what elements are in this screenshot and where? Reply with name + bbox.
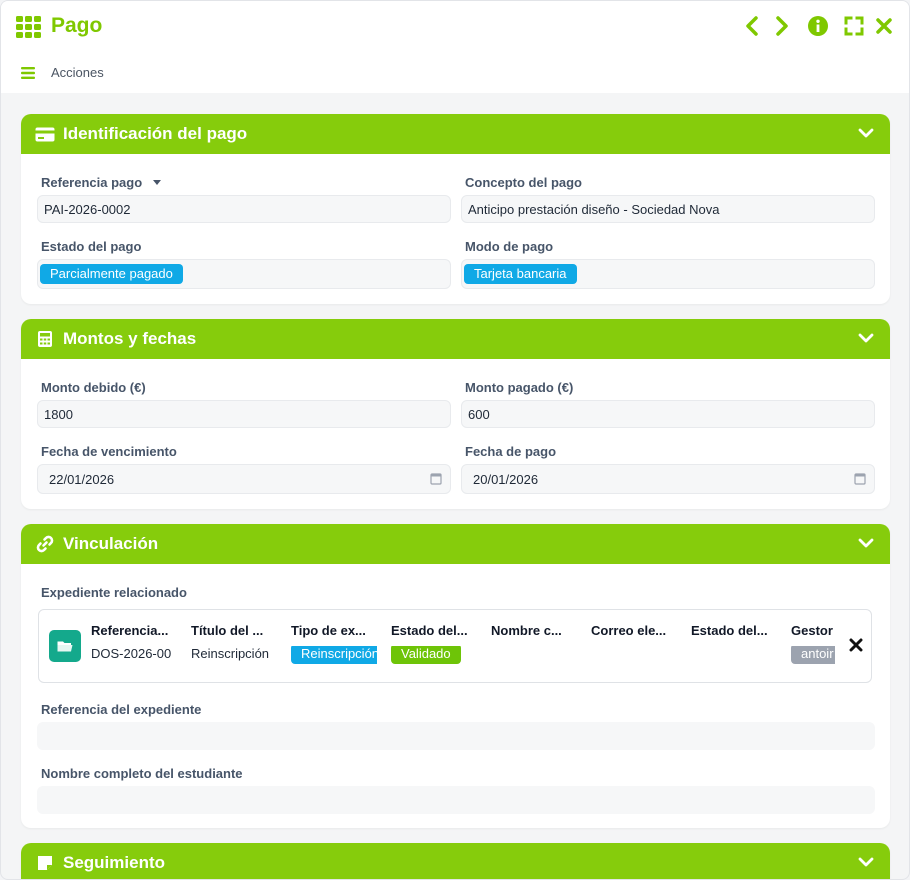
cell-value: Reinscripción [191,646,270,661]
actions-menu[interactable]: Acciones [21,65,104,80]
vencimiento-value: 22/01/2026 [49,471,115,487]
referencia-field[interactable]: PAI-2026-0002 [37,195,451,223]
payment-mode-badge: Tarjeta bancaria [464,264,577,284]
monto-debido-label: Monto debido (€) [41,380,146,395]
table-col: Estado del... Validado [391,623,481,664]
fecha-pago-label: Fecha de pago [465,444,557,459]
chevron-left-icon[interactable] [741,15,763,37]
section-header-identificacion[interactable]: Identificación del pago [21,114,890,154]
estado-field[interactable]: Parcialmente pagado [37,259,451,289]
tipo-badge: Reinscripción [291,646,377,664]
table-col: Título del ... Reinscripción [191,623,281,661]
referencia-label: Referencia pago [41,175,162,190]
payment-window: Pago Acciones Identificación del pago Re… [0,0,910,880]
window-title: Pago [51,14,103,37]
estado-badge: Validado [391,646,461,664]
chevron-down-icon[interactable] [858,535,874,551]
table-col: Correo ele... [591,623,681,646]
expediente-label: Expediente relacionado [41,585,187,600]
section-header-montos[interactable]: Montos y fechas [21,319,890,359]
section-vinculacion: Vinculación Expediente relacionado Refer… [21,524,890,828]
column-header: Correo ele... [591,623,667,638]
monto-debido-field[interactable]: 1800 [37,400,451,428]
nombre-estudiante-field[interactable] [37,786,875,814]
table-col: Gestor antoir [791,623,835,664]
window-header: Pago Acciones [1,1,909,93]
fullscreen-icon[interactable] [843,15,865,37]
close-icon[interactable] [873,15,895,37]
vencimiento-date-input[interactable]: 22/01/2026 [37,464,451,494]
remove-link-icon[interactable] [849,638,863,652]
cell-value: DOS-2026-00 [91,646,172,661]
section-header-vinculacion[interactable]: Vinculación [21,524,890,564]
column-header: Estado del... [391,623,468,638]
actions-label: Acciones [51,65,104,80]
apps-grid-icon[interactable] [16,16,42,38]
fecha-pago-value: 20/01/2026 [473,471,539,487]
sticky-note-icon [35,853,55,873]
column-header: Estado del... [691,623,768,638]
column-header: Tipo de ex... [291,623,366,638]
column-header: Nombre c... [491,623,562,638]
related-expediente-card[interactable]: Referencia... DOS-2026-00 Título del ...… [38,609,872,683]
vencimiento-label: Fecha de vencimiento [41,444,177,459]
column-header: Gestor [791,623,833,638]
table-col: Estado del... [691,623,781,646]
section-title: Seguimiento [63,853,166,872]
credit-card-icon [35,124,55,144]
section-seguimiento: Seguimiento [21,843,890,879]
calendar-icon[interactable] [430,472,442,485]
folder-open-icon[interactable] [49,630,81,662]
ref-expediente-field[interactable] [37,722,875,750]
modo-label: Modo de pago [465,239,554,254]
section-title: Vinculación [63,534,159,553]
concepto-field[interactable]: Anticipo prestación diseño - Sociedad No… [461,195,875,223]
caret-down-icon[interactable] [152,179,162,187]
section-montos: Montos y fechas Monto debido (€) 1800 Mo… [21,319,890,509]
chevron-down-icon[interactable] [858,854,874,870]
fecha-pago-date-input[interactable]: 20/01/2026 [461,464,875,494]
chevron-right-icon[interactable] [771,15,793,37]
hamburger-icon [21,66,35,79]
monto-pagado-label: Monto pagado (€) [465,380,574,395]
gestor-badge: antoir [791,646,835,664]
link-icon [35,534,55,554]
column-header: Título del ... [191,623,264,638]
table-col: Nombre c... [491,623,581,646]
nombre-estudiante-label: Nombre completo del estudiante [41,766,243,781]
table-col: Referencia... DOS-2026-00 [91,623,181,661]
section-header-seguimiento[interactable]: Seguimiento [21,843,890,879]
table-col: Tipo de ex... Reinscripción [291,623,377,664]
calendar-icon[interactable] [854,472,866,485]
concepto-label: Concepto del pago [465,175,582,190]
estado-label: Estado del pago [41,239,142,254]
section-title: Identificación del pago [63,124,248,143]
chevron-down-icon[interactable] [858,330,874,346]
section-identificacion: Identificación del pago Referencia pago … [21,114,890,304]
calculator-icon [35,329,55,349]
info-icon[interactable] [807,15,829,37]
monto-pagado-field[interactable]: 600 [461,400,875,428]
window-controls [741,15,895,37]
ref-expediente-label: Referencia del expediente [41,702,202,717]
modo-field[interactable]: Tarjeta bancaria [461,259,875,289]
status-badge: Parcialmente pagado [40,264,183,284]
column-header: Referencia... [91,623,169,638]
section-title: Montos y fechas [63,329,197,348]
chevron-down-icon[interactable] [858,125,874,141]
